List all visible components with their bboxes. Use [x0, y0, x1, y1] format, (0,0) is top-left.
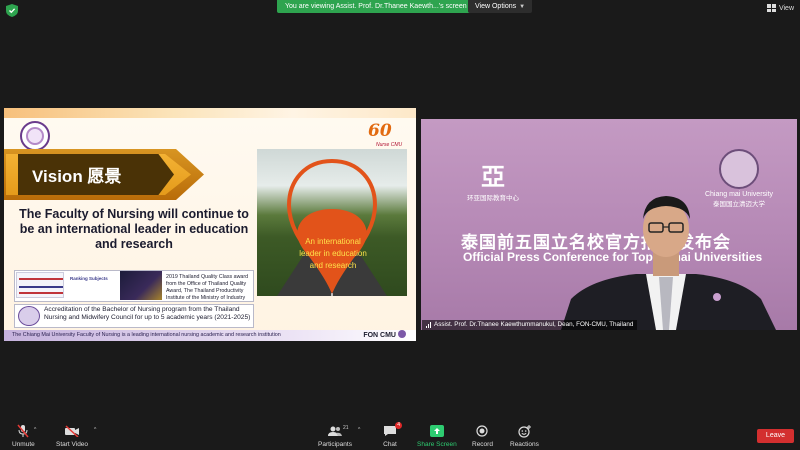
start-video-button[interactable]: Start Video — [56, 424, 88, 448]
speaker-video-tile[interactable]: 亞 环亚国际教育中心 Chiang mai University 泰国国立清迈大… — [421, 119, 797, 330]
encryption-shield-icon[interactable] — [6, 4, 18, 17]
speaker-name-tag: Assist. Prof. Dr.Thanee Kaewthummanukul,… — [422, 320, 638, 330]
start-video-label: Start Video — [56, 441, 89, 448]
pin-caption: An international leader in education and… — [299, 237, 367, 270]
accreditation-text: Accreditation of the Bachelor of Nursing… — [44, 306, 251, 321]
viewing-screen-banner: You are viewing Assist. Prof. Dr.Thanee … — [277, 0, 475, 13]
vision-title: Vision 愿景 — [32, 167, 122, 186]
view-button[interactable]: View — [766, 4, 794, 12]
ranking-logo — [16, 272, 64, 298]
slide-top-stripe — [4, 108, 416, 118]
participants-caret-icon[interactable]: ^ — [358, 427, 360, 433]
award-photo — [120, 271, 162, 300]
share-screen-label: Share Screen — [417, 441, 457, 448]
view-label: View — [778, 4, 794, 12]
cmu-seal-icon — [719, 149, 759, 189]
anniversary-logo: 60 Nurse CMU — [364, 121, 408, 151]
road-image — [257, 149, 407, 296]
view-options-label: View Options — [475, 3, 517, 10]
education-center-caption: 环亚国际教育中心 — [467, 195, 519, 202]
ranking-subjects-label: Ranking Subjects — [70, 276, 108, 281]
faculty-of-nursing-logo — [20, 121, 50, 151]
speaker-name: Assist. Prof. Dr.Thanee Kaewthummanukul,… — [434, 321, 634, 328]
chat-label: Chat — [383, 441, 397, 448]
meeting-toolbar: Unmute ^ Start Video ^ Participants 21 ^… — [0, 422, 800, 450]
fon-cmu-logo: FON CMU — [363, 330, 406, 339]
unmute-button[interactable]: Unmute — [12, 424, 35, 448]
video-options-caret-icon[interactable]: ^ — [94, 427, 96, 433]
vision-banner: Vision 愿景 — [18, 154, 174, 195]
shared-screen-slide: 60 Nurse CMU Vision 愿景 The Faculty of Nu… — [4, 108, 416, 341]
chat-button[interactable]: 4 Chat — [382, 422, 402, 448]
education-center-logo: 亞 环亚国际教育中心 — [463, 162, 523, 212]
reactions-icon — [516, 424, 532, 438]
vision-statement: The Faculty of Nursing will continue to … — [19, 207, 249, 251]
chevron-down-icon: ▼ — [519, 4, 526, 10]
anniversary-subtitle: Nurse CMU — [376, 142, 403, 148]
share-screen-button[interactable]: Share Screen — [417, 424, 457, 448]
participants-icon — [327, 424, 343, 438]
record-button[interactable]: Record — [472, 424, 493, 448]
speaker-person — [561, 196, 776, 330]
mic-muted-icon — [15, 424, 31, 438]
record-icon — [474, 424, 490, 438]
grid-icon — [766, 4, 776, 12]
anniversary-number: 60 — [368, 121, 392, 141]
audio-options-caret-icon[interactable]: ^ — [34, 427, 36, 433]
award-caption: 2019 Thailand Quality Class award from t… — [166, 274, 249, 301]
participants-label: Participants — [318, 441, 352, 448]
fon-cmu-text: FON CMU — [363, 332, 396, 339]
record-label: Record — [472, 441, 493, 448]
reactions-label: Reactions — [510, 441, 539, 448]
leave-button[interactable]: Leave — [756, 429, 794, 443]
unmute-label: Unmute — [12, 441, 35, 448]
camera-off-icon — [64, 424, 80, 438]
chat-badge: 4 — [395, 422, 402, 429]
audio-level-icon — [426, 322, 431, 328]
reactions-button[interactable]: Reactions — [510, 424, 539, 448]
zoom-meeting-window: You are viewing Assist. Prof. Dr.Thanee … — [0, 0, 800, 450]
nursing-council-logo — [18, 306, 40, 326]
chat-icon: 4 — [382, 422, 402, 438]
slide-footer-text: The Chiang Mai University Faculty of Nur… — [12, 332, 281, 338]
view-options-button[interactable]: View Options ▼ — [468, 0, 533, 13]
share-screen-icon — [429, 424, 445, 438]
participants-count: 21 — [343, 425, 349, 431]
